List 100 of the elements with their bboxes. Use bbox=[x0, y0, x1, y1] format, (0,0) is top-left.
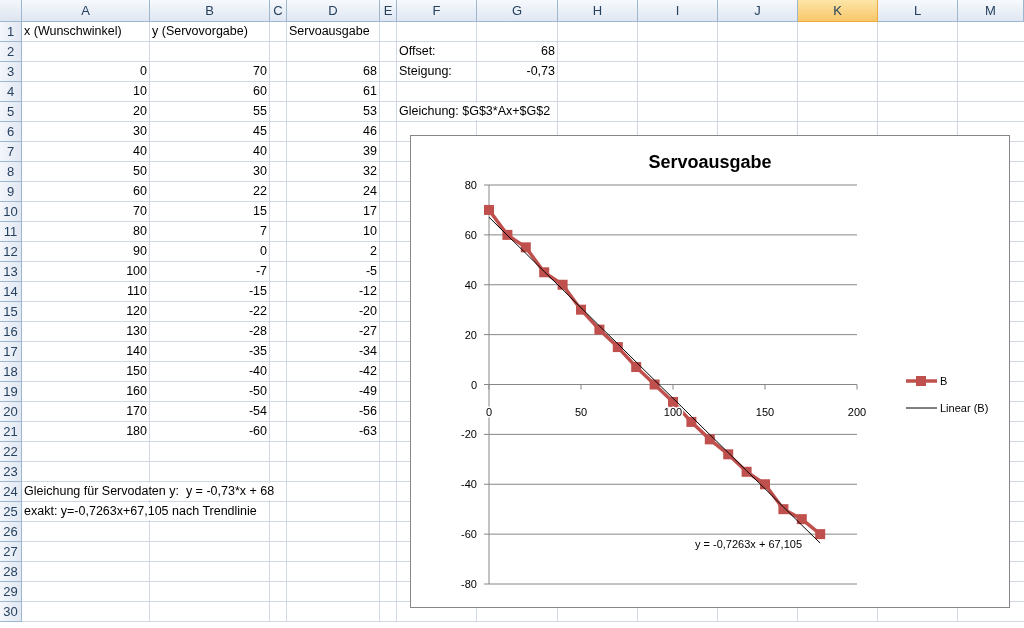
legend-line-icon bbox=[905, 407, 938, 409]
row-header[interactable]: 18 bbox=[0, 362, 22, 382]
legend-marker-icon bbox=[906, 376, 937, 386]
column-header[interactable]: E bbox=[380, 0, 397, 22]
table-cell-text: 53 bbox=[362, 103, 378, 120]
table-cell-text: 46 bbox=[362, 123, 378, 140]
row-header[interactable]: 8 bbox=[0, 162, 22, 182]
row-header[interactable]: 6 bbox=[0, 122, 22, 142]
table-cell-text: -15 bbox=[247, 283, 268, 300]
chart-title: Servoausgabe bbox=[648, 152, 772, 172]
data-point bbox=[612, 342, 623, 353]
column-header[interactable]: G bbox=[477, 0, 558, 22]
row-header[interactable]: 20 bbox=[0, 402, 22, 422]
axis-label: 0 bbox=[485, 405, 493, 418]
table-cell-text: 70 bbox=[132, 203, 148, 220]
table-cell-text: 30 bbox=[132, 123, 148, 140]
data-point bbox=[520, 242, 531, 253]
row-header[interactable]: 29 bbox=[0, 582, 22, 602]
column-header[interactable]: K bbox=[798, 0, 878, 22]
table-cell-text: 68 bbox=[362, 63, 378, 80]
row-header[interactable]: 23 bbox=[0, 462, 22, 482]
column-header[interactable]: L bbox=[878, 0, 958, 22]
column-header[interactable]: A bbox=[22, 0, 150, 22]
row-header[interactable]: 16 bbox=[0, 322, 22, 342]
row-header[interactable]: 30 bbox=[0, 602, 22, 622]
row-header[interactable]: 15 bbox=[0, 302, 22, 322]
data-point bbox=[686, 416, 697, 427]
row-header[interactable]: 22 bbox=[0, 442, 22, 462]
column-header[interactable]: J bbox=[718, 0, 798, 22]
column-header[interactable]: I bbox=[638, 0, 718, 22]
column-header[interactable]: H bbox=[558, 0, 638, 22]
row-header[interactable]: 1 bbox=[0, 22, 22, 42]
table-cell-text: 70 bbox=[252, 63, 268, 80]
data-point bbox=[796, 514, 807, 525]
table-cell-text: -22 bbox=[247, 303, 268, 320]
table-cell-text: 80 bbox=[132, 223, 148, 240]
table-cell-text: 2 bbox=[369, 243, 378, 260]
row-header[interactable]: 27 bbox=[0, 542, 22, 562]
table-cell-text: 24 bbox=[362, 183, 378, 200]
table-cell-text: -5 bbox=[364, 263, 378, 280]
axis-label: -60 bbox=[461, 528, 477, 541]
data-point bbox=[484, 204, 494, 215]
table-cell-text: 45 bbox=[252, 123, 268, 140]
table-cell-text: 30 bbox=[252, 163, 268, 180]
row-header[interactable]: 28 bbox=[0, 562, 22, 582]
axis-label: 40 bbox=[464, 278, 477, 291]
row-header[interactable]: 12 bbox=[0, 242, 22, 262]
row-header[interactable]: 13 bbox=[0, 262, 22, 282]
row-header[interactable]: 19 bbox=[0, 382, 22, 402]
data-point bbox=[704, 434, 715, 445]
row-header[interactable]: 3 bbox=[0, 62, 22, 82]
legend-label: B bbox=[940, 375, 948, 387]
row-header[interactable]: 9 bbox=[0, 182, 22, 202]
row-header[interactable]: 10 bbox=[0, 202, 22, 222]
table-cell-text: 68 bbox=[540, 43, 556, 60]
row-header[interactable]: 14 bbox=[0, 282, 22, 302]
table-cell-text: -7 bbox=[254, 263, 268, 280]
data-point bbox=[778, 504, 789, 515]
row-header[interactable]: 5 bbox=[0, 102, 22, 122]
data-point bbox=[760, 479, 770, 490]
data-point bbox=[668, 396, 678, 407]
row-header[interactable]: 11 bbox=[0, 222, 22, 242]
table-cell-text: 0 bbox=[139, 63, 148, 80]
table-cell-text: 60 bbox=[132, 183, 148, 200]
axis-label: 20 bbox=[464, 328, 477, 341]
table-cell-text: 22 bbox=[252, 183, 268, 200]
row-header[interactable]: 21 bbox=[0, 422, 22, 442]
table-cell-text: -20 bbox=[357, 303, 378, 320]
table-cell-text: 50 bbox=[132, 163, 148, 180]
table-cell: Gleichung: $G$3*Ax+$G$2 bbox=[397, 103, 553, 120]
data-point bbox=[594, 324, 605, 335]
table-cell-text: 160 bbox=[125, 383, 148, 400]
row-header[interactable]: 7 bbox=[0, 142, 22, 162]
row-header[interactable]: 24 bbox=[0, 482, 22, 502]
axis-label: -80 bbox=[461, 578, 477, 590]
column-header[interactable]: C bbox=[270, 0, 287, 22]
column-header[interactable]: M bbox=[958, 0, 1024, 22]
column-header[interactable]: F bbox=[397, 0, 477, 22]
column-header[interactable]: B bbox=[150, 0, 270, 22]
axis-label: 80 bbox=[464, 179, 477, 191]
row-header[interactable]: 26 bbox=[0, 522, 22, 542]
row-header[interactable]: 17 bbox=[0, 342, 22, 362]
axis-label: -20 bbox=[461, 428, 477, 441]
data-point bbox=[502, 229, 513, 240]
table-cell-text: -28 bbox=[247, 323, 268, 340]
table-cell-text: 100 bbox=[125, 263, 148, 280]
row-header[interactable]: 2 bbox=[0, 42, 22, 62]
data-point bbox=[815, 529, 826, 540]
table-cell-text: 140 bbox=[125, 343, 148, 360]
table-cell-text: 15 bbox=[252, 203, 268, 220]
axis-label: 200 bbox=[847, 405, 867, 418]
row-header[interactable]: 4 bbox=[0, 82, 22, 102]
table-cell-text: -12 bbox=[357, 283, 378, 300]
table-cell: Servoausgabe bbox=[287, 23, 372, 40]
axis-label: 60 bbox=[464, 228, 477, 241]
row-header[interactable]: 25 bbox=[0, 502, 22, 522]
select-all-corner[interactable] bbox=[0, 0, 22, 22]
column-header[interactable]: D bbox=[287, 0, 380, 22]
table-cell-text: 40 bbox=[252, 143, 268, 160]
axis-label: 100 bbox=[663, 405, 683, 418]
